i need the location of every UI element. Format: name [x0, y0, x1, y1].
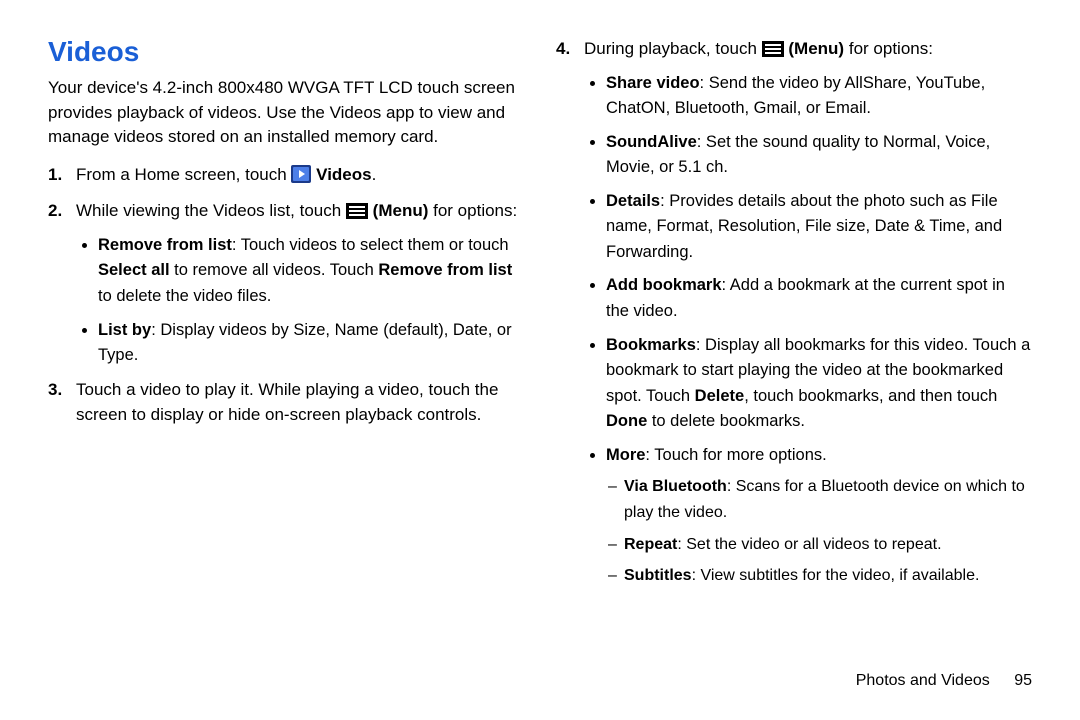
- left-column: Videos Your device's 4.2-inch 800x480 WV…: [48, 36, 524, 658]
- menu-icon: [346, 201, 368, 227]
- opt-remove-c: to delete the video files.: [98, 287, 271, 305]
- menu-icon: [762, 39, 784, 65]
- subopt-subs-text: : View subtitles for the video, if avail…: [692, 567, 980, 584]
- step-1-app: Videos: [316, 165, 371, 184]
- opt-more-label: More: [606, 446, 645, 464]
- subopt-subtitles: Subtitles: View subtitles for the video,…: [624, 563, 1032, 589]
- opt-more: More: Touch for more options. Via Blueto…: [606, 443, 1032, 589]
- step-4-pre: During playback, touch: [584, 39, 762, 58]
- opt-share-video: Share video: Send the video by AllShare,…: [606, 71, 1032, 122]
- step-2-post: for options:: [433, 201, 517, 220]
- step-4-menu: (Menu): [788, 39, 844, 58]
- opt-details: Details: Provides details about the phot…: [606, 189, 1032, 266]
- subopt-repeat-text: : Set the video or all videos to repeat.: [677, 536, 941, 553]
- opt-details-label: Details: [606, 192, 660, 210]
- opt-soundalive: SoundAlive: Set the sound quality to Nor…: [606, 130, 1032, 181]
- page-footer: Photos and Videos 95: [48, 658, 1032, 690]
- opt-remove-label: Remove from list: [98, 236, 232, 254]
- step-2-menu: (Menu): [373, 201, 429, 220]
- step-4: 4. During playback, touch (Menu) for opt…: [584, 36, 1032, 589]
- step-3: 3. Touch a video to play it. While playi…: [76, 377, 524, 428]
- opt-more-text: : Touch for more options.: [645, 446, 826, 464]
- opt-bookmarks: Bookmarks: Display all bookmarks for thi…: [606, 333, 1032, 435]
- subopt-viabt-label: Via Bluetooth: [624, 478, 727, 495]
- subopt-via-bluetooth: Via Bluetooth: Scans for a Bluetooth dev…: [624, 474, 1032, 525]
- manual-page: Videos Your device's 4.2-inch 800x480 WV…: [0, 0, 1080, 720]
- step-marker: 4.: [556, 36, 570, 62]
- opt-remove-from-list: Remove from list: Touch videos to select…: [98, 233, 524, 310]
- footer-page-number: 95: [1014, 672, 1032, 690]
- opt-listby-text: : Display videos by Size, Name (default)…: [98, 321, 512, 365]
- section-heading: Videos: [48, 36, 524, 68]
- step-marker: 2.: [48, 198, 62, 224]
- opt-bm-b: , touch bookmarks, and then touch: [744, 387, 997, 405]
- subopt-repeat: Repeat: Set the video or all videos to r…: [624, 532, 1032, 558]
- opt-sa-label: SoundAlive: [606, 133, 697, 151]
- more-suboptions: Via Bluetooth: Scans for a Bluetooth dev…: [606, 474, 1032, 588]
- subopt-subs-label: Subtitles: [624, 567, 692, 584]
- opt-bm-c: to delete bookmarks.: [647, 412, 805, 430]
- list-menu-options: Remove from list: Touch videos to select…: [76, 233, 524, 369]
- opt-bm-label: Bookmarks: [606, 336, 696, 354]
- opt-list-by: List by: Display videos by Size, Name (d…: [98, 318, 524, 369]
- step-1-post: .: [372, 165, 377, 184]
- step-2: 2. While viewing the Videos list, touch …: [76, 198, 524, 368]
- step-4-post: for options:: [849, 39, 933, 58]
- opt-addbm-label: Add bookmark: [606, 276, 722, 294]
- opt-bm-delete: Delete: [695, 387, 745, 405]
- opt-remove-a: : Touch videos to select them or touch: [232, 236, 509, 254]
- step-marker: 3.: [48, 377, 62, 403]
- step-1-pre: From a Home screen, touch: [76, 165, 291, 184]
- step-2-pre: While viewing the Videos list, touch: [76, 201, 346, 220]
- numbered-steps-right: 4. During playback, touch (Menu) for opt…: [556, 36, 1032, 589]
- play-icon: [291, 165, 311, 191]
- numbered-steps-left: 1. From a Home screen, touch Videos. 2. …: [48, 162, 524, 428]
- playback-menu-options: Share video: Send the video by AllShare,…: [584, 71, 1032, 589]
- opt-details-text: : Provides details about the photo such …: [606, 192, 1002, 261]
- step-1: 1. From a Home screen, touch Videos.: [76, 162, 524, 191]
- two-column-layout: Videos Your device's 4.2-inch 800x480 WV…: [48, 36, 1032, 658]
- opt-share-label: Share video: [606, 74, 700, 92]
- opt-remove-from-list-bold: Remove from list: [378, 261, 512, 279]
- opt-add-bookmark: Add bookmark: Add a bookmark at the curr…: [606, 273, 1032, 324]
- right-column: 4. During playback, touch (Menu) for opt…: [556, 36, 1032, 658]
- opt-remove-b: to remove all videos. Touch: [170, 261, 379, 279]
- footer-section: Photos and Videos: [856, 672, 990, 689]
- opt-listby-label: List by: [98, 321, 151, 339]
- opt-bm-done: Done: [606, 412, 647, 430]
- subopt-repeat-label: Repeat: [624, 536, 677, 553]
- opt-remove-select-all: Select all: [98, 261, 170, 279]
- intro-paragraph: Your device's 4.2-inch 800x480 WVGA TFT …: [48, 76, 524, 150]
- step-marker: 1.: [48, 162, 62, 188]
- step-3-text: Touch a video to play it. While playing …: [76, 380, 498, 425]
